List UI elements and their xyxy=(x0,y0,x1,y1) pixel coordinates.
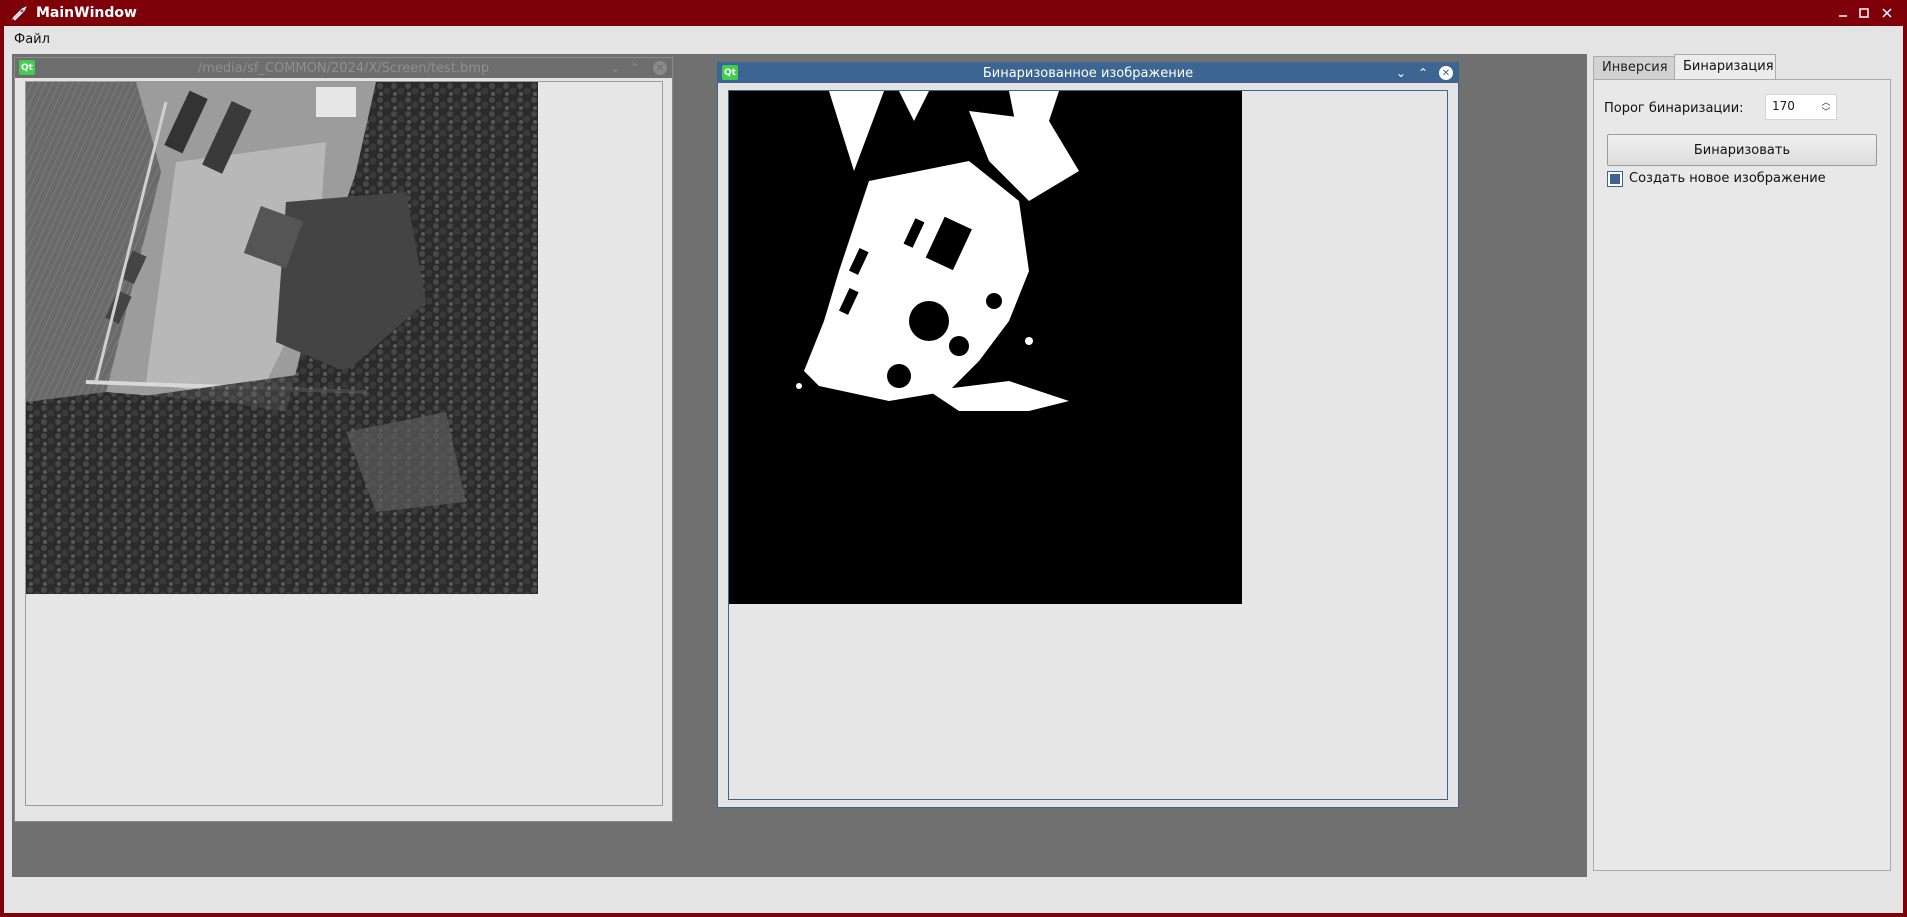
subwindow-binarized-body xyxy=(718,83,1458,807)
binarized-image xyxy=(729,91,1242,604)
close-button[interactable] xyxy=(1876,3,1898,23)
tab-inversion[interactable]: Инверсия xyxy=(1593,56,1675,79)
aerial-grayscale-image xyxy=(26,82,538,594)
close-icon: ✕ xyxy=(1441,67,1451,79)
close-icon xyxy=(1882,8,1892,18)
subwindow-original-image[interactable]: Qt /media/sf_COMMON/2024/X/Screen/test.b… xyxy=(14,57,673,822)
tool-panel: Инверсия Бинаризация Порог бинаризации: … xyxy=(1587,54,1899,877)
subwindow-original-maximize-button[interactable]: ⌃ xyxy=(626,59,644,77)
subwindow-binarized-image[interactable]: Qt Бинаризованное изображение ⌄ ⌃ ✕ xyxy=(717,62,1459,808)
rocket-icon xyxy=(11,6,27,21)
subwindow-original-close-button[interactable]: ✕ xyxy=(653,61,667,75)
chevron-up-icon: ⌃ xyxy=(1417,66,1429,80)
original-image-view[interactable] xyxy=(25,81,663,806)
binarized-image-view[interactable] xyxy=(728,90,1448,800)
chevron-down-icon: ⌄ xyxy=(1395,66,1407,80)
checkbox-check-icon xyxy=(1610,174,1620,184)
menubar: Файл xyxy=(4,26,1903,54)
maximize-icon xyxy=(1859,8,1869,18)
new-image-checkbox[interactable] xyxy=(1607,171,1623,187)
subwindow-binarized-minimize-button[interactable]: ⌄ xyxy=(1392,64,1410,82)
binarize-button[interactable]: Бинаризовать xyxy=(1607,134,1877,166)
chevron-up-icon: ⌃ xyxy=(629,61,641,75)
threshold-spinbox[interactable]: 170 ︿ ﹀ xyxy=(1765,94,1837,120)
threshold-value: 170 xyxy=(1772,99,1795,113)
window-titlebar[interactable]: MainWindow xyxy=(0,0,1907,26)
subwindow-binarized-titlebar[interactable]: Qt Бинаризованное изображение ⌄ ⌃ ✕ xyxy=(718,63,1458,83)
minimize-button[interactable] xyxy=(1832,3,1854,23)
subwindow-binarized-title: Бинаризованное изображение xyxy=(982,66,1194,81)
new-image-label[interactable]: Создать новое изображение xyxy=(1629,171,1826,186)
subwindow-original-body xyxy=(15,78,672,821)
threshold-label: Порог бинаризации: xyxy=(1604,101,1744,116)
mdi-area[interactable]: Qt /media/sf_COMMON/2024/X/Screen/test.b… xyxy=(12,54,1587,877)
subwindow-binarized-maximize-button[interactable]: ⌃ xyxy=(1414,64,1432,82)
chevron-down-icon[interactable]: ﹀ xyxy=(1820,106,1832,118)
tab-binarization[interactable]: Бинаризация xyxy=(1674,54,1776,79)
maximize-button[interactable] xyxy=(1853,3,1875,23)
minimize-icon xyxy=(1839,15,1847,17)
subwindow-original-titlebar[interactable]: Qt /media/sf_COMMON/2024/X/Screen/test.b… xyxy=(15,58,672,78)
menu-file[interactable]: Файл xyxy=(14,32,50,47)
subwindow-binarized-close-button[interactable]: ✕ xyxy=(1439,66,1453,80)
window-title: MainWindow xyxy=(36,5,137,21)
close-icon: ✕ xyxy=(655,62,665,74)
chevron-down-icon: ⌄ xyxy=(609,61,621,75)
subwindow-original-minimize-button[interactable]: ⌄ xyxy=(606,59,624,77)
subwindow-original-title: /media/sf_COMMON/2024/X/Screen/test.bmp xyxy=(197,61,490,76)
binarization-pane: Порог бинаризации: 170 ︿ ﹀ Бинаризовать … xyxy=(1593,79,1891,871)
